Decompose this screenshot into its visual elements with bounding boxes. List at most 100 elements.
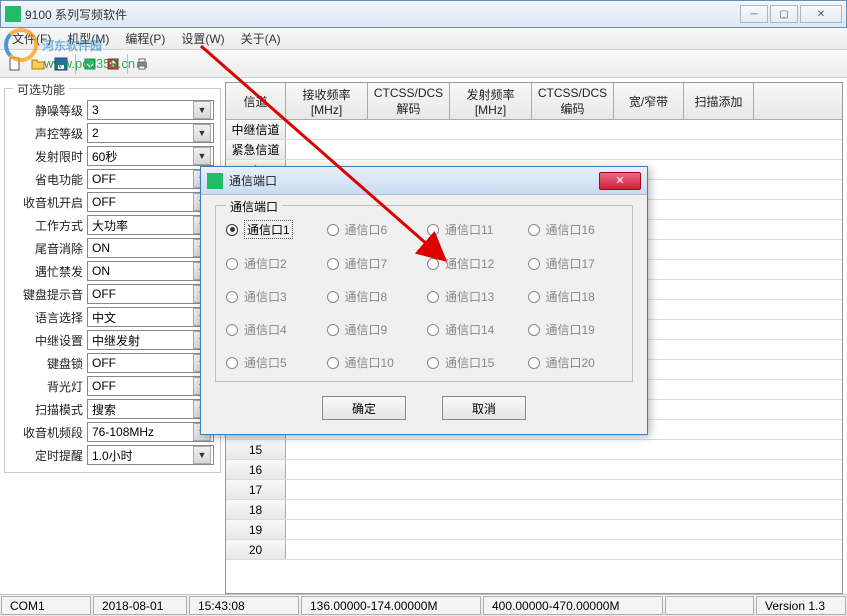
port-label: 通信口11 [445,221,493,238]
print-icon[interactable] [131,53,153,75]
row-head[interactable]: 紧急信道 [226,140,286,159]
row-head[interactable]: 中继信道 [226,120,286,139]
port-option-3: 通信口11 [427,220,522,239]
select-key_lock[interactable]: OFF [87,353,214,373]
radio-icon [327,258,339,270]
radio-icon [327,224,339,236]
ok-button[interactable]: 确定 [322,396,406,420]
grid-col-tx: 发射频率 [MHz] [450,83,532,119]
maximize-button[interactable]: ▢ [770,5,798,23]
dialog-close-button[interactable]: ✕ [599,172,641,190]
statusbar: COM1 2018-08-01 15:43:08 136.00000-174.0… [0,594,847,616]
select-power_save[interactable]: OFF [87,169,214,189]
port-option-12: 通信口18 [528,288,623,305]
menu-settings[interactable]: 设置(W) [173,30,232,47]
radio-icon [327,324,339,336]
value-tx_time: 60秒 [92,148,117,165]
port-label: 通信口2 [244,255,287,272]
value-backlight: OFF [92,379,116,393]
port-option-19: 通信口15 [427,354,522,371]
label-vox: 声控等级 [11,125,87,142]
port-option-13: 通信口4 [226,321,321,338]
value-vox: 2 [92,126,99,140]
new-file-icon[interactable] [4,53,26,75]
port-label: 通信口6 [345,221,388,238]
dialog-titlebar[interactable]: 通信端口 ✕ [201,167,647,195]
value-radio_on: OFF [92,195,116,209]
port-label: 通信口4 [244,321,287,338]
open-file-icon[interactable] [27,53,49,75]
options-title: 可选功能 [13,81,69,98]
port-label: 通信口13 [445,288,494,305]
menu-about[interactable]: 关于(A) [233,30,289,47]
port-label: 通信口5 [244,354,287,371]
port-groupbox: 通信端口 通信口1 通信口6 通信口11 通信口16 通信口2 通信口7 通信口… [215,205,633,382]
status-time: 15:43:08 [189,596,299,615]
select-key_beep[interactable]: OFF [87,284,214,304]
select-fm_band[interactable]: 76-108MHz [87,422,214,442]
write-radio-icon[interactable] [102,53,124,75]
label-work_mode: 工作方式 [11,217,87,234]
menu-model[interactable]: 机型(M) [59,30,117,47]
select-radio_on[interactable]: OFF [87,192,214,212]
port-option-2: 通信口6 [327,220,422,239]
options-groupbox: 可选功能 静噪等级 3声控等级 2发射限时 60秒省电功能 OFF收音机开启 O… [4,88,221,473]
port-label: 通信口8 [345,288,388,305]
save-file-icon[interactable] [50,53,72,75]
dialog-title: 通信端口 [229,172,599,189]
port-label: 通信口19 [546,321,595,338]
port-label: 通信口20 [546,354,595,371]
label-radio_on: 收音机开启 [11,194,87,211]
minimize-button[interactable]: ─ [740,5,768,23]
radio-icon [327,291,339,303]
row-head[interactable]: 18 [226,500,286,519]
label-language: 语言选择 [11,309,87,326]
port-label: 通信口9 [345,321,388,338]
row-head[interactable]: 17 [226,480,286,499]
radio-icon [528,324,540,336]
port-label: 通信口7 [345,255,388,272]
cancel-button[interactable]: 取消 [442,396,526,420]
select-tx_time[interactable]: 60秒 [87,146,214,166]
row-head[interactable]: 16 [226,460,286,479]
port-option-15: 通信口14 [427,321,522,338]
window-title: 9100 系列写频软件 [25,6,740,23]
label-key_beep: 键盘提示音 [11,286,87,303]
radio-icon [226,357,238,369]
label-fm_band: 收音机频段 [11,424,87,441]
menu-program[interactable]: 编程(P) [117,30,173,47]
port-option-16: 通信口19 [528,321,623,338]
select-tail_elim[interactable]: ON [87,238,214,258]
status-range2: 400.00000-470.00000M [483,596,663,615]
select-language[interactable]: 中文 [87,307,214,327]
row-head[interactable]: 15 [226,440,286,459]
status-spacer [665,596,754,615]
select-squelch[interactable]: 3 [87,100,214,120]
port-option-1[interactable]: 通信口1 [226,220,321,239]
select-repeater[interactable]: 中继发射 [87,330,214,350]
select-vox[interactable]: 2 [87,123,214,143]
select-busy_lock[interactable]: ON [87,261,214,281]
select-scan_mode[interactable]: 搜索 [87,399,214,419]
row-head[interactable]: 19 [226,520,286,539]
select-work_mode[interactable]: 大功率 [87,215,214,235]
port-option-9: 通信口3 [226,288,321,305]
radio-icon [226,258,238,270]
port-option-10: 通信口8 [327,288,422,305]
port-option-18: 通信口10 [327,354,422,371]
row-head[interactable]: 20 [226,540,286,559]
select-timer[interactable]: 1.0小时 [87,445,214,465]
value-scan_mode: 搜索 [92,401,116,418]
menu-file[interactable]: 文件(F) [4,30,59,47]
label-tx_time: 发射限时 [11,148,87,165]
label-power_save: 省电功能 [11,171,87,188]
radio-icon [528,258,540,270]
read-radio-icon[interactable] [79,53,101,75]
port-label: 通信口12 [445,255,494,272]
select-backlight[interactable]: OFF [87,376,214,396]
app-icon [5,6,21,22]
status-version: Version 1.3 [756,596,846,615]
value-tail_elim: ON [92,241,110,255]
close-button[interactable]: ✕ [800,5,842,23]
port-option-6: 通信口7 [327,255,422,272]
